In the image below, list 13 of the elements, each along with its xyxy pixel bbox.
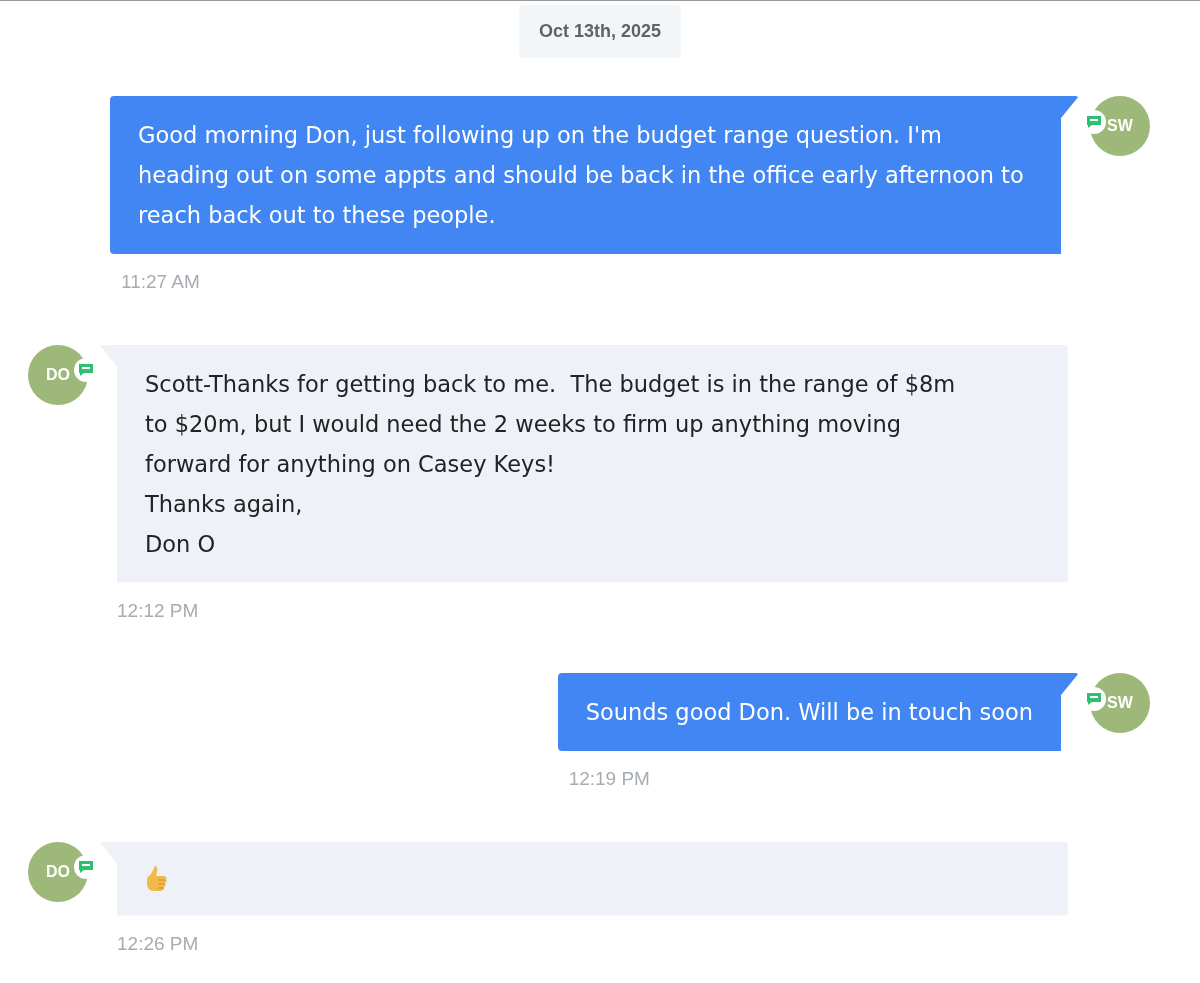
avatar: SW <box>1090 673 1150 733</box>
message-bubble: Scott-Thanks for getting back to me. The budget is in the range of $8m to $20m, but I would need the 2 weeks to firm up anything moving forward for anything on Casey Keys! Thanks again, Don O <box>99 344 1068 583</box>
message-bubble: Good morning Don, just following up on the budget range question. I'm heading out on some appts and should be back in the office early afternoon to reach back out to these people. <box>110 96 1079 254</box>
date-label: Oct 13th, 2025 <box>518 5 682 58</box>
timestamp: 12:26 PM <box>117 931 199 956</box>
timestamp: 12:19 PM <box>568 767 650 791</box>
timestamp: 11:27 AM <box>121 270 200 294</box>
avatar: DO <box>28 841 88 902</box>
thumbs-up-icon <box>145 863 169 894</box>
timestamp: 12:12 PM <box>117 598 199 623</box>
avatar: SW <box>1090 96 1150 156</box>
avatar: DO <box>28 344 88 405</box>
message-bubble: Sounds good Don. Will be in touch soon <box>557 673 1079 751</box>
